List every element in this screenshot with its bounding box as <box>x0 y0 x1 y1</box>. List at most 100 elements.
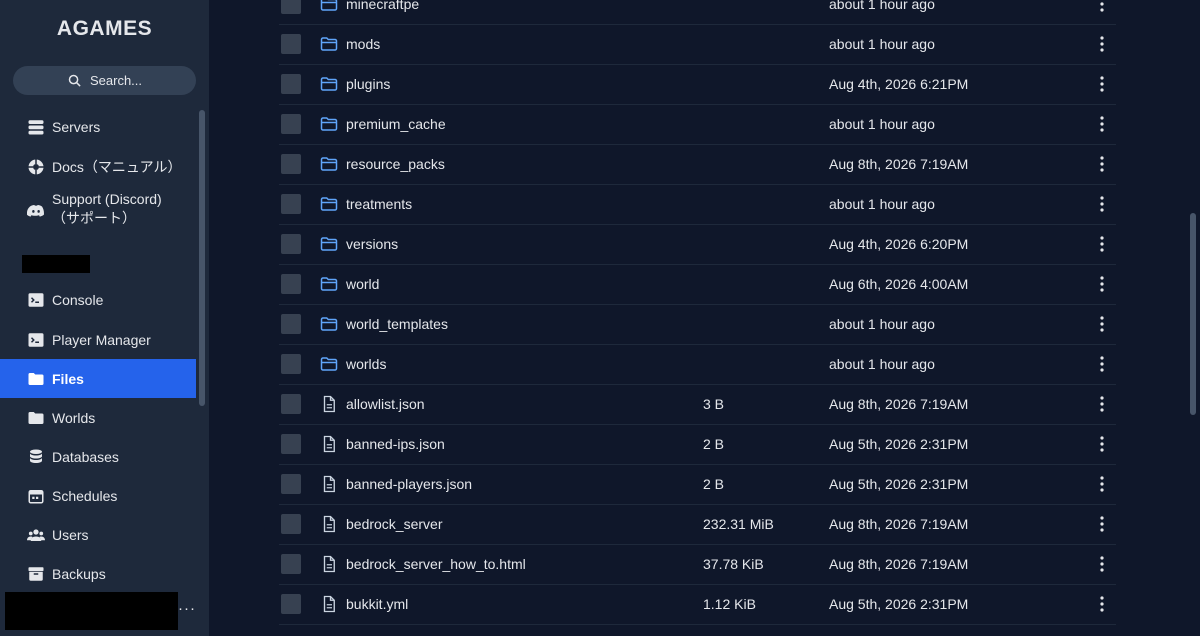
row-checkbox[interactable] <box>281 594 301 614</box>
folder-row[interactable]: world_templates about 1 hour ago <box>279 305 1116 345</box>
file-icon <box>320 555 338 573</box>
row-menu-icon[interactable] <box>1098 154 1106 174</box>
file-manager: minecraftpe about 1 hour ago mods about 1 h… <box>209 0 1200 636</box>
row-checkbox[interactable] <box>281 474 301 494</box>
row-menu-icon[interactable] <box>1098 314 1106 334</box>
nav-docs[interactable]: Docs（マニュアル） <box>0 147 196 186</box>
file-name[interactable]: bukkit.yml <box>346 596 408 612</box>
row-checkbox[interactable] <box>281 0 301 14</box>
file-modified: about 1 hour ago <box>829 116 935 132</box>
file-icon <box>320 515 338 533</box>
nav-servers[interactable]: Servers <box>0 107 196 146</box>
row-menu-icon[interactable] <box>1098 0 1106 14</box>
row-menu-icon[interactable] <box>1098 514 1106 534</box>
nav-backups[interactable]: Backups <box>0 554 196 593</box>
row-checkbox[interactable] <box>281 154 301 174</box>
file-modified: Aug 8th, 2026 7:19AM <box>829 516 969 532</box>
folder-row[interactable]: plugins Aug 4th, 2026 6:21PM <box>279 65 1116 105</box>
folder-row[interactable]: worlds about 1 hour ago <box>279 345 1116 385</box>
row-checkbox[interactable] <box>281 554 301 574</box>
sidebar-scrollbar[interactable] <box>199 110 205 406</box>
file-modified: Aug 5th, 2026 2:31PM <box>829 476 969 492</box>
file-row[interactable]: allowlist.json 3 B Aug 8th, 2026 7:19AM <box>279 385 1116 425</box>
folder-icon <box>320 195 338 213</box>
row-menu-icon[interactable] <box>1098 354 1106 374</box>
folder-row[interactable]: mods about 1 hour ago <box>279 25 1116 65</box>
file-list: minecraftpe about 1 hour ago mods about 1 h… <box>279 0 1116 625</box>
folder-icon <box>320 115 338 133</box>
nav-users[interactable]: Users <box>0 515 196 554</box>
row-menu-icon[interactable] <box>1098 594 1106 614</box>
folder-row[interactable]: versions Aug 4th, 2026 6:20PM <box>279 225 1116 265</box>
row-checkbox[interactable] <box>281 74 301 94</box>
file-row[interactable]: bedrock_server 232.31 MiB Aug 8th, 2026 7:… <box>279 505 1116 545</box>
nav-label: Files <box>52 370 84 387</box>
folder-row[interactable]: minecraftpe about 1 hour ago <box>279 0 1116 25</box>
file-name[interactable]: world_templates <box>346 316 448 332</box>
row-menu-icon[interactable] <box>1098 114 1106 134</box>
row-menu-icon[interactable] <box>1098 234 1106 254</box>
row-menu-icon[interactable] <box>1098 434 1106 454</box>
row-menu-icon[interactable] <box>1098 34 1106 54</box>
row-menu-icon[interactable] <box>1098 554 1106 574</box>
file-name[interactable]: resource_packs <box>346 156 445 172</box>
row-checkbox[interactable] <box>281 234 301 254</box>
row-checkbox[interactable] <box>281 114 301 134</box>
folder-row[interactable]: world Aug 6th, 2026 4:00AM <box>279 265 1116 305</box>
file-modified: about 1 hour ago <box>829 356 935 372</box>
row-checkbox[interactable] <box>281 314 301 334</box>
row-checkbox[interactable] <box>281 274 301 294</box>
schedules-icon <box>27 487 45 505</box>
file-name[interactable]: premium_cache <box>346 116 446 132</box>
nav-worlds[interactable]: Worlds <box>0 398 196 437</box>
brand-logo[interactable]: AGAMES <box>0 17 209 41</box>
file-name[interactable]: treatments <box>346 196 412 212</box>
row-menu-icon[interactable] <box>1098 274 1106 294</box>
file-name[interactable]: versions <box>346 236 398 252</box>
file-modified: Aug 5th, 2026 2:31PM <box>829 436 969 452</box>
file-row[interactable]: bukkit.yml 1.12 KiB Aug 5th, 2026 2:31PM <box>279 585 1116 625</box>
file-row[interactable]: banned-players.json 2 B Aug 5th, 2026 2:31… <box>279 465 1116 505</box>
row-menu-icon[interactable] <box>1098 394 1106 414</box>
folder-row[interactable]: resource_packs Aug 8th, 2026 7:19AM <box>279 145 1116 185</box>
file-name[interactable]: banned-ips.json <box>346 436 445 452</box>
file-size: 1.12 KiB <box>703 596 756 612</box>
row-checkbox[interactable] <box>281 34 301 54</box>
row-menu-icon[interactable] <box>1098 474 1106 494</box>
row-checkbox[interactable] <box>281 394 301 414</box>
folder-row[interactable]: premium_cache about 1 hour ago <box>279 105 1116 145</box>
nav-databases[interactable]: Databases <box>0 437 196 476</box>
nav-support[interactable]: Support (Discord) （サポート） <box>0 190 196 236</box>
nav-player-manager[interactable]: Player Manager <box>0 320 196 359</box>
folder-row[interactable]: treatments about 1 hour ago <box>279 185 1116 225</box>
file-name[interactable]: banned-players.json <box>346 476 472 492</box>
row-checkbox[interactable] <box>281 354 301 374</box>
file-row[interactable]: banned-ips.json 2 B Aug 5th, 2026 2:31PM <box>279 425 1116 465</box>
main-scrollbar[interactable] <box>1190 213 1196 415</box>
row-checkbox[interactable] <box>281 434 301 454</box>
file-name[interactable]: world <box>346 276 379 292</box>
more-options-button[interactable]: ··· <box>178 600 196 617</box>
file-name[interactable]: bedrock_server <box>346 516 443 532</box>
row-checkbox[interactable] <box>281 514 301 534</box>
file-modified: about 1 hour ago <box>829 36 935 52</box>
file-name[interactable]: bedrock_server_how_to.html <box>346 556 526 572</box>
player-manager-icon <box>27 331 45 349</box>
file-size: 37.78 KiB <box>703 556 764 572</box>
file-name[interactable]: allowlist.json <box>346 396 425 412</box>
file-modified: Aug 4th, 2026 6:21PM <box>829 76 969 92</box>
file-name[interactable]: minecraftpe <box>346 0 419 12</box>
nav-files[interactable]: Files <box>0 359 196 398</box>
row-menu-icon[interactable] <box>1098 194 1106 214</box>
file-row[interactable]: bedrock_server_how_to.html 37.78 KiB Aug 8… <box>279 545 1116 585</box>
file-name[interactable]: worlds <box>346 356 386 372</box>
row-checkbox[interactable] <box>281 194 301 214</box>
nav-schedules[interactable]: Schedules <box>0 476 196 515</box>
search-button[interactable]: Search... <box>13 66 196 95</box>
file-icon <box>320 395 338 413</box>
file-name[interactable]: mods <box>346 36 380 52</box>
file-modified: Aug 5th, 2026 2:31PM <box>829 596 969 612</box>
file-name[interactable]: plugins <box>346 76 390 92</box>
nav-console[interactable]: Console <box>0 280 196 319</box>
row-menu-icon[interactable] <box>1098 74 1106 94</box>
